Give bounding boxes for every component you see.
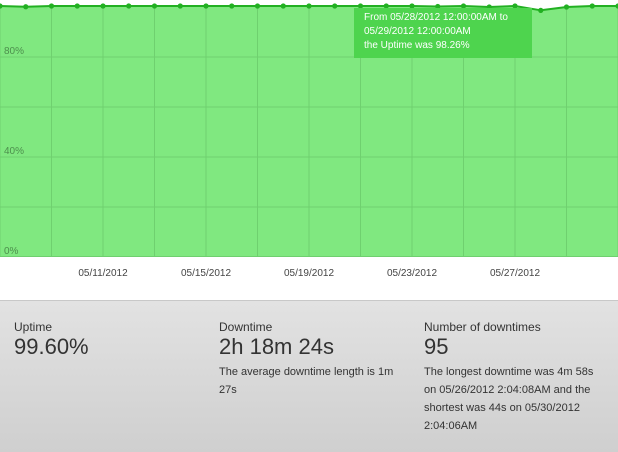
x-tick-label: 05/19/2012 [284,268,334,279]
x-tick-label: 05/15/2012 [181,268,231,279]
downtime-value: 2h 18m 24s [219,334,334,359]
data-point [23,4,29,10]
data-point [280,3,286,9]
data-point [589,3,595,9]
data-point [332,3,338,9]
tooltip-line-1: From 05/28/2012 12:00:00AM to [364,12,508,23]
data-point [48,3,55,9]
data-point [74,3,80,9]
chart-tooltip: From 05/28/2012 12:00:00AM to 05/29/2012… [354,8,532,58]
data-point [203,3,209,9]
data-point [229,3,235,9]
tooltip-line-2: 05/29/2012 12:00:00AM [364,26,471,37]
downtime-label: Downtime [219,320,273,334]
data-point [100,3,106,9]
y-tick-label: 40% [4,146,24,157]
downtime-stat: Downtime 2h 18m 24s The average downtime… [219,320,401,399]
uptime-value: 99.60% [14,334,89,359]
downtime-count-stat: Number of downtimes 95 The longest downt… [424,320,596,435]
y-tick-label: 0% [4,246,19,257]
data-point [563,4,570,10]
data-point [254,3,261,9]
uptime-stat: Uptime 99.60% [14,320,194,359]
downtime-count-value: 95 [424,334,449,359]
stats-panel: Uptime 99.60% Downtime 2h 18m 24s The av… [0,300,618,452]
y-tick-label: 80% [4,46,24,57]
data-point [538,7,544,13]
x-tick-label: 05/27/2012 [490,268,540,279]
x-tick-label: 05/11/2012 [78,268,128,279]
downtime-note: The average downtime length is 1m 27s [219,366,394,396]
data-point [177,3,183,9]
data-point [151,3,158,9]
x-tick-label: 05/23/2012 [387,268,437,279]
data-point [126,3,132,9]
downtime-count-label: Number of downtimes [424,320,541,334]
downtime-count-note: The longest downtime was 4m 58s on 05/26… [424,366,594,432]
uptime-label: Uptime [14,320,53,334]
tooltip-line-3: the Uptime was 98.26% [364,40,470,51]
data-point [306,3,312,9]
